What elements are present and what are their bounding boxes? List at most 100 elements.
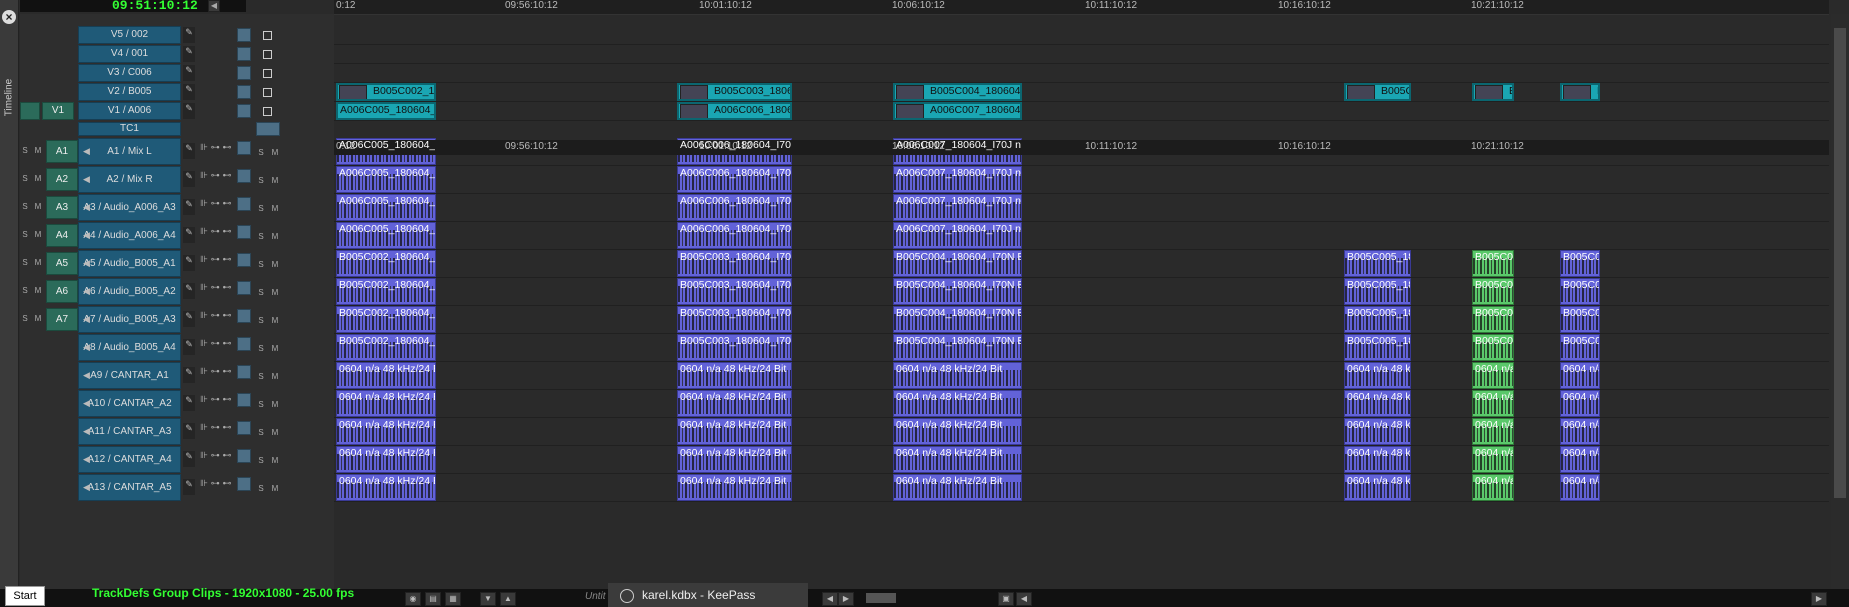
edit-pencil-icon[interactable]: ✎ <box>183 479 195 495</box>
monitor-icon[interactable] <box>237 141 251 155</box>
scrollbar-thumb[interactable] <box>1834 28 1846 498</box>
monitor-icon[interactable] <box>237 309 251 323</box>
solo-button[interactable]: S <box>20 174 30 183</box>
speaker-icon[interactable]: ◀ <box>83 398 90 409</box>
video-clip[interactable]: A006C006_180604_I7 <box>677 102 792 120</box>
edit-pencil-icon[interactable]: ✎ <box>183 311 195 327</box>
arrow-up-icon[interactable]: ▲ <box>500 592 516 606</box>
mute-button[interactable]: M <box>33 286 43 295</box>
audio-clip[interactable]: 0604 n/a 48 kH <box>1344 418 1411 445</box>
audio-clip[interactable]: A006C005_180604_I70J <box>336 166 436 193</box>
mute-button[interactable]: M <box>270 428 280 437</box>
audio-controls-icon[interactable]: ⊪ ⊶ ⊷ <box>200 227 232 237</box>
solo-button[interactable]: S <box>20 202 30 211</box>
solo-button[interactable]: S <box>20 230 30 239</box>
audio-clip[interactable]: 0604 n/a 48 kH <box>1344 474 1411 501</box>
edit-pencil-icon[interactable]: ✎ <box>183 46 195 62</box>
source-track-label[interactable]: V1 <box>42 102 74 120</box>
audio-clip[interactable]: 0604 n/a <box>1472 418 1514 445</box>
audio-clip[interactable]: 0604 n/a 48 kHz/24 Bit <box>677 446 792 473</box>
speaker-icon[interactable]: ◀ <box>83 146 90 157</box>
timecode-ruler[interactable]: 0:12 09:56:10:12 10:01:10:12 10:06:10:12 10:… <box>334 0 1829 15</box>
solo-button[interactable]: S <box>20 314 30 323</box>
mute-button[interactable]: M <box>270 484 280 493</box>
audio-clip[interactable]: B005C004_180604_I70N B005C <box>893 306 1022 333</box>
solo-button[interactable]: S <box>256 400 266 409</box>
speaker-icon[interactable]: ◀ <box>83 482 90 493</box>
track-checkbox[interactable] <box>263 69 272 78</box>
prev-icon[interactable]: ◀ <box>822 592 838 606</box>
edit-pencil-icon[interactable]: ✎ <box>183 367 195 383</box>
solo-button[interactable]: S <box>256 288 266 297</box>
solo-button[interactable]: S <box>256 428 266 437</box>
mute-button[interactable]: M <box>270 344 280 353</box>
video-clip[interactable]: A006C007_180604_I70J r <box>893 102 1022 120</box>
arrow-down-icon[interactable]: ▼ <box>480 592 496 606</box>
solo-button[interactable]: S <box>256 148 266 157</box>
monitor-icon[interactable] <box>237 197 251 211</box>
mute-button[interactable]: M <box>270 232 280 241</box>
source-track-label[interactable]: A2 <box>46 168 78 191</box>
vertical-scrollbar[interactable] <box>1831 14 1849 589</box>
marker-icon[interactable]: ▣ <box>998 592 1014 606</box>
audio-clip[interactable]: 0604 n/a 48 kHz/24 Bit <box>336 390 436 417</box>
timeline-tracks[interactable]: B005C002_180604B005C003_180604_I7B005C00… <box>334 14 1829 589</box>
edit-pencil-icon[interactable]: ✎ <box>183 143 195 159</box>
track-name[interactable]: A3 / Audio_A006_A3 <box>78 194 181 221</box>
zoom-slider[interactable] <box>866 593 896 603</box>
audio-clip[interactable]: 0604 n/a <box>1560 390 1600 417</box>
audio-clip[interactable]: B005C002_180604_I70N <box>336 334 436 361</box>
video-clip[interactable]: B0 <box>1560 83 1600 101</box>
speaker-icon[interactable]: ◀ <box>83 314 90 325</box>
mute-button[interactable]: M <box>33 230 43 239</box>
monitor-icon[interactable] <box>237 337 251 351</box>
audio-clip[interactable]: 0604 n/a 48 kHz/24 Bit <box>893 362 1022 389</box>
mute-button[interactable]: M <box>33 146 43 155</box>
audio-clip[interactable]: A006C005_180604_I70J <box>336 222 436 249</box>
audio-clip[interactable]: A006C007_180604_I70J n/a 48 <box>893 222 1022 249</box>
audio-clip[interactable]: B005C0 <box>1560 278 1600 305</box>
audio-clip[interactable]: 0604 n/a 48 kH <box>1344 362 1411 389</box>
audio-controls-icon[interactable]: ⊪ ⊶ ⊷ <box>200 171 232 181</box>
audio-clip[interactable]: 0604 n/a 48 kHz/24 Bit <box>677 418 792 445</box>
track-name[interactable]: A7 / Audio_B005_A3 <box>78 306 181 333</box>
audio-clip[interactable]: B005C002_180604_I70N <box>336 306 436 333</box>
close-icon[interactable]: × <box>2 10 16 24</box>
track-name[interactable]: A8 / Audio_B005_A4 <box>78 334 181 361</box>
monitor-icon[interactable] <box>237 225 251 239</box>
monitor-icon[interactable] <box>237 28 251 42</box>
mute-button[interactable]: M <box>270 372 280 381</box>
track-name[interactable]: A2 / Mix R <box>78 166 181 193</box>
mute-button[interactable]: M <box>33 174 43 183</box>
monitor-icon[interactable] <box>237 85 251 99</box>
audio-clip[interactable]: B005C003_180604_I70N B0 <box>677 278 792 305</box>
audio-clip[interactable]: 0604 n/a <box>1560 446 1600 473</box>
monitor-icon[interactable] <box>237 449 251 463</box>
audio-clip[interactable]: A006C005_180604_I70J <box>336 194 436 221</box>
solo-button[interactable]: S <box>256 372 266 381</box>
source-track-label[interactable]: A6 <box>46 280 78 303</box>
edit-pencil-icon[interactable]: ✎ <box>183 199 195 215</box>
monitor-icon[interactable] <box>237 477 251 491</box>
audio-controls-icon[interactable]: ⊪ ⊶ ⊷ <box>200 283 232 293</box>
track-name[interactable]: A13 / CANTAR_A5 <box>78 474 181 501</box>
toggle-icon[interactable]: ▤ <box>425 592 441 606</box>
video-clip[interactable]: B005C002_180604 <box>336 83 436 101</box>
audio-controls-icon[interactable]: ⊪ ⊶ ⊷ <box>200 479 232 489</box>
source-track-label[interactable]: A3 <box>46 196 78 219</box>
monitor-icon[interactable] <box>237 47 251 61</box>
record-icon[interactable]: ◉ <box>405 592 421 606</box>
audio-clip[interactable]: 0604 n/a <box>1472 390 1514 417</box>
audio-clip[interactable]: 0604 n/a <box>1472 474 1514 501</box>
mute-button[interactable]: M <box>270 316 280 325</box>
audio-clip[interactable]: B005C0 <box>1560 306 1600 333</box>
source-track-label[interactable]: A5 <box>46 252 78 275</box>
solo-button[interactable]: S <box>20 286 30 295</box>
audio-clip[interactable]: A006C006_180604_I70J n/a <box>677 222 792 249</box>
audio-clip[interactable]: A006C007_180604_I70J n/a 48 <box>893 194 1022 221</box>
audio-clip[interactable]: B005C005_1806 <box>1344 250 1411 277</box>
track-name[interactable]: A12 / CANTAR_A4 <box>78 446 181 473</box>
track-checkbox[interactable] <box>263 88 272 97</box>
audio-clip[interactable]: B005C0 <box>1472 334 1514 361</box>
audio-clip[interactable]: 0604 n/a 48 kHz/24 Bit <box>893 390 1022 417</box>
